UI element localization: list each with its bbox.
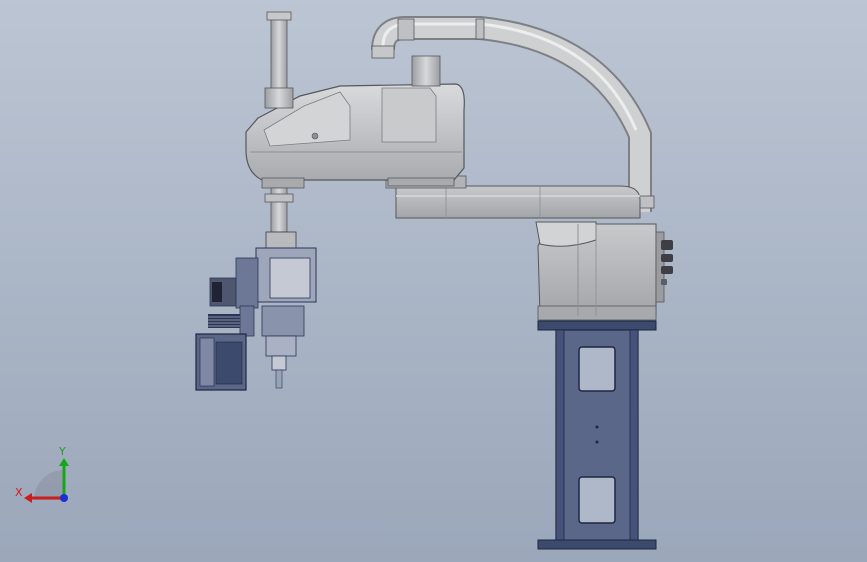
y-axis-label: Y bbox=[58, 445, 66, 458]
tool-vertical-rail bbox=[239, 305, 255, 337]
tool-mount-block bbox=[269, 257, 311, 299]
housing-panel bbox=[381, 87, 437, 143]
tool-flange bbox=[265, 231, 297, 249]
support-stand bbox=[537, 320, 657, 550]
stand-base-plate bbox=[537, 539, 657, 550]
axis-triad: X Y bbox=[15, 445, 69, 503]
tool-gripper-face bbox=[199, 337, 215, 387]
stand-window-top bbox=[578, 346, 616, 392]
connector bbox=[661, 240, 673, 250]
tool-nozzle-tip bbox=[275, 369, 283, 389]
connector bbox=[661, 266, 673, 274]
housing-screw bbox=[311, 132, 319, 140]
tool-motor-face bbox=[212, 282, 222, 302]
base-shoulder-cap bbox=[535, 221, 597, 247]
base-lower-band bbox=[537, 305, 657, 321]
connector bbox=[661, 279, 667, 285]
stand-window-bottom bbox=[578, 476, 616, 524]
stand-left-flange bbox=[555, 329, 565, 542]
end-effector bbox=[195, 231, 317, 391]
housing-bottom-ring bbox=[261, 177, 305, 189]
cad-viewport[interactable]: X Y bbox=[0, 0, 867, 562]
x-axis-label: X bbox=[15, 486, 23, 499]
conduit-coupling bbox=[475, 18, 485, 40]
stand-top-plate bbox=[537, 320, 657, 331]
tool-nozzle-body bbox=[261, 305, 305, 337]
stand-hole bbox=[595, 440, 599, 444]
z-axis-dot bbox=[60, 494, 68, 502]
y-axis-arrowhead bbox=[59, 458, 69, 466]
shaft-cap bbox=[266, 11, 292, 21]
stand-right-flange bbox=[629, 329, 639, 542]
housing-bottom-ring bbox=[387, 177, 455, 187]
model-canvas[interactable]: X Y bbox=[0, 0, 867, 562]
robot-base bbox=[535, 221, 673, 321]
connector bbox=[661, 254, 673, 262]
arm2-body bbox=[395, 185, 641, 219]
shaft-flange bbox=[264, 193, 294, 203]
shaft-collar bbox=[264, 87, 294, 109]
triad-plane bbox=[34, 470, 64, 500]
shaft-upper bbox=[270, 13, 288, 97]
tool-side-bracket bbox=[235, 257, 259, 309]
tool-nozzle bbox=[271, 355, 287, 371]
x-axis-arrowhead bbox=[24, 493, 32, 503]
tool-gripper-inner bbox=[215, 341, 243, 385]
conduit-coupling bbox=[397, 18, 415, 41]
tool-nozzle-collar bbox=[265, 335, 297, 357]
conduit-coupling bbox=[371, 45, 395, 59]
housing-top-vent bbox=[411, 55, 441, 87]
stand-hole bbox=[595, 425, 599, 429]
